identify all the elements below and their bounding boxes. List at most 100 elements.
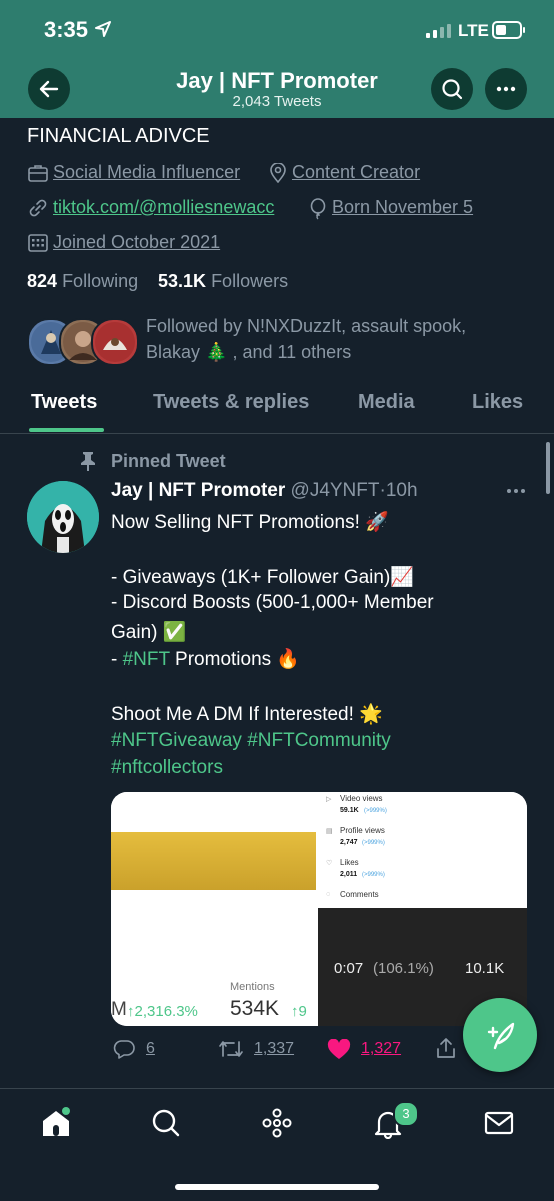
video-views: 10.1K bbox=[465, 960, 505, 977]
tabs-divider bbox=[0, 433, 554, 434]
media-growth: ↑2,316.3% bbox=[127, 1003, 198, 1020]
tweet-text-line: - Discord Boosts (500-1,000+ Member bbox=[111, 592, 434, 613]
profile-location[interactable]: Content Creator bbox=[292, 162, 420, 183]
stat-delta: (>999%) bbox=[364, 808, 387, 814]
briefcase-icon bbox=[28, 165, 48, 182]
tab-media[interactable]: Media bbox=[358, 391, 415, 414]
tweet-author-handle[interactable]: @J4YNFT bbox=[291, 480, 380, 501]
more-options-button[interactable] bbox=[485, 68, 527, 110]
active-tab-indicator bbox=[29, 428, 104, 432]
media-cut-text: M bbox=[111, 999, 127, 1020]
tweet-text-fragment: Promotions 🔥 bbox=[169, 649, 301, 670]
like-count[interactable]: 1,327 bbox=[361, 1040, 401, 1058]
media-image-analytics[interactable]: Mentions M ↑2,316.3% 534K ↑9 bbox=[111, 792, 316, 1026]
play-icon: ▷ bbox=[326, 796, 332, 803]
nav-spaces[interactable] bbox=[261, 1107, 293, 1144]
compose-tweet-button[interactable] bbox=[463, 998, 537, 1072]
hashtag-link[interactable]: #NFT bbox=[123, 649, 170, 670]
heart-filled-icon[interactable] bbox=[327, 1039, 351, 1060]
media-image-stats[interactable]: ▷ Video views 59.1K (>999%) ▤ Profile vi… bbox=[318, 792, 527, 908]
followers-stat[interactable]: 53.1K Followers bbox=[158, 271, 288, 292]
notification-badge: 3 bbox=[393, 1101, 419, 1127]
media-mentions-value: 534K bbox=[230, 997, 280, 1020]
hashtag-link[interactable]: #NFTGiveaway #NFTCommunity bbox=[111, 730, 391, 752]
retweet-count[interactable]: 1,337 bbox=[254, 1040, 294, 1058]
stat-delta: (>999%) bbox=[362, 872, 385, 878]
tweet-text-line: Gain) ✅ bbox=[111, 622, 187, 643]
profile-website-link[interactable]: tiktok.com/@molliesnewacc bbox=[53, 197, 274, 218]
pin-icon bbox=[81, 452, 95, 471]
search-icon bbox=[442, 79, 463, 100]
pinned-label: Pinned Tweet bbox=[111, 451, 226, 471]
reply-count[interactable]: 6 bbox=[146, 1040, 155, 1058]
tweet-author-name[interactable]: Jay | NFT Promoter bbox=[111, 480, 285, 501]
tweet-timestamp[interactable]: 10h bbox=[386, 480, 418, 501]
tweet-media[interactable]: Mentions M ↑2,316.3% 534K ↑9 ▷ Video vie… bbox=[111, 792, 527, 1026]
nav-messages[interactable] bbox=[483, 1107, 515, 1144]
tweet-text-line: - #NFT Promotions 🔥 bbox=[111, 647, 300, 671]
spaces-icon bbox=[262, 1108, 292, 1138]
scrollbar[interactable] bbox=[546, 442, 550, 494]
hashtag-link[interactable]: #nftcollectors bbox=[111, 757, 223, 779]
network-type: LTE bbox=[458, 21, 489, 40]
comment-icon: ◌ bbox=[326, 891, 331, 898]
video-percent: (106.1%) bbox=[373, 960, 434, 977]
media-cut-growth: ↑9 bbox=[291, 1003, 307, 1020]
mail-icon bbox=[484, 1111, 514, 1135]
location-arrow-icon bbox=[95, 21, 111, 37]
nav-notifications[interactable]: 3 bbox=[372, 1101, 419, 1144]
location-pin-icon bbox=[270, 163, 286, 183]
following-stat[interactable]: 824 Following bbox=[27, 271, 138, 292]
bio-text: FINANCIAL ADIVCE bbox=[27, 125, 210, 147]
followers-label: Followers bbox=[211, 271, 289, 291]
following-count: 824 bbox=[27, 271, 58, 291]
signal-icon bbox=[426, 24, 451, 38]
tab-likes[interactable]: Likes bbox=[472, 391, 523, 414]
status-bar: 3:35 LTE bbox=[0, 0, 554, 60]
tab-tweets-replies[interactable]: Tweets & replies bbox=[153, 391, 309, 414]
tab-tweets[interactable]: Tweets bbox=[31, 391, 97, 414]
followers-count: 53.1K bbox=[158, 271, 207, 291]
tweet-byline: Jay | NFT Promoter @J4YNFT·10h bbox=[111, 480, 418, 502]
profile-category[interactable]: Social Media Influencer bbox=[53, 162, 240, 183]
retweet-icon[interactable] bbox=[218, 1039, 244, 1059]
followed-by-avatars[interactable] bbox=[27, 318, 139, 366]
profile-header: 3:35 LTE Jay | NFT Promoter 2,043 Tweets bbox=[0, 0, 554, 118]
media-mentions-label: Mentions bbox=[230, 981, 275, 993]
home-icon bbox=[43, 1107, 70, 1136]
avatar bbox=[91, 318, 139, 366]
reply-icon[interactable] bbox=[113, 1039, 135, 1059]
followed-by-line2[interactable]: Blakay 🎄 , and 11 others bbox=[146, 342, 351, 363]
profile-joined-date: Joined October 2021 bbox=[53, 232, 221, 252]
tweet-text-line: Now Selling NFT Promotions! 🚀 bbox=[111, 512, 389, 533]
following-label: Following bbox=[62, 271, 139, 291]
chart-bar-graphic bbox=[111, 832, 316, 890]
stat-delta: (>999%) bbox=[362, 840, 385, 846]
stat-label: Profile views bbox=[340, 826, 385, 835]
calendar-icon bbox=[28, 234, 48, 252]
followed-by-line1[interactable]: Followed by N!NXDuzzIt, assault spook, bbox=[146, 316, 466, 337]
stat-label: Likes bbox=[340, 858, 359, 867]
battery-icon bbox=[492, 21, 525, 39]
compose-feather-icon bbox=[487, 1022, 515, 1050]
home-indicator[interactable] bbox=[175, 1184, 379, 1190]
search-button[interactable] bbox=[431, 68, 473, 110]
profile-birthday: Born November 5 bbox=[332, 197, 474, 217]
heart-outline-icon: ♡ bbox=[326, 860, 333, 867]
balloon-icon bbox=[310, 198, 326, 220]
tweet-text-line: Shoot Me A DM If Interested! 🌟 bbox=[111, 704, 383, 725]
stat-label: Video views bbox=[340, 794, 383, 803]
tweet-text-line: - Giveaways (1K+ Follower Gain)📈 bbox=[111, 567, 414, 588]
profile-icon: ▤ bbox=[326, 828, 333, 835]
stat-value: 2,011 bbox=[340, 871, 358, 878]
tweet-text-fragment: - bbox=[111, 649, 123, 670]
nav-home[interactable] bbox=[40, 1107, 72, 1144]
tweet-author-avatar[interactable] bbox=[27, 481, 99, 553]
stat-value: 2,747 bbox=[340, 839, 358, 846]
nav-explore[interactable] bbox=[150, 1107, 182, 1144]
more-dots-icon bbox=[496, 86, 516, 92]
tweet-more-icon[interactable] bbox=[506, 488, 526, 494]
link-icon bbox=[29, 199, 47, 217]
stat-value: 59.1K bbox=[340, 807, 359, 814]
share-icon[interactable] bbox=[435, 1037, 457, 1059]
